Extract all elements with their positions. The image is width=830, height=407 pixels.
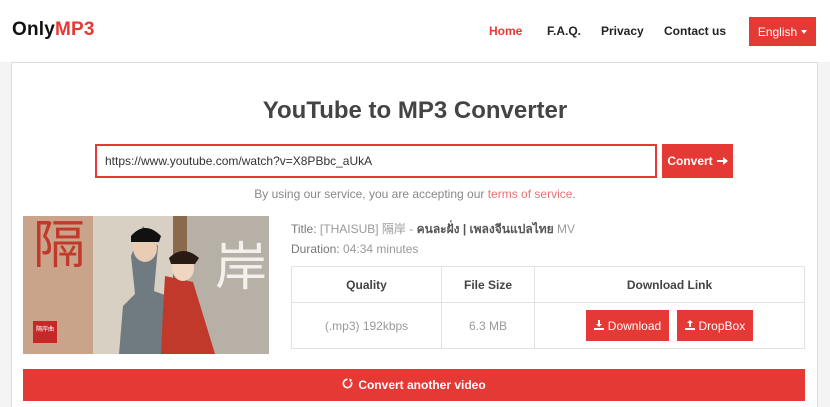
language-label: English [757,24,798,39]
header-quality: Quality [291,266,442,303]
nav-contact[interactable]: Contact us [664,24,726,38]
logo-text-accent: MP3 [55,19,95,40]
duration-label: Duration: [291,242,340,256]
navbar: OnlyMP3 Home F.A.Q. Privacy Contact us E… [0,0,830,62]
dropbox-label: DropBox [698,318,746,333]
page-title: YouTube to MP3 Converter [262,97,568,124]
convert-another-label: Convert another video [358,378,486,392]
video-title-prefix: [THAISUB] 隔岸 - [319,222,417,236]
convert-label: Convert [667,154,713,168]
thumbnail-char-2: 岸 [215,238,268,298]
thumbnail-char-1: 隔 [33,216,86,276]
arrow-right-icon [716,156,728,166]
download-table: Quality File Size Download Link (.mp3) 1… [291,266,805,349]
nav-privacy[interactable]: Privacy [601,24,644,38]
download-button[interactable]: Download [585,310,670,341]
video-thumbnail: 隔 岸 隔岸曲 [23,216,269,354]
download-label: Download [607,318,662,333]
video-title-suffix: MV [553,222,576,236]
cell-download-links: Download DropBox [534,302,805,349]
video-title-label: Title: [291,222,317,236]
nav-home[interactable]: Home [489,24,522,38]
thumbnail-seal: 隔岸曲 [35,326,54,333]
cell-file-size: 6.3 MB [441,302,535,349]
site-logo[interactable]: OnlyMP3 [12,19,95,41]
terms-suffix: . [572,187,576,201]
nav-faq[interactable]: F.A.Q. [547,24,581,38]
convert-another-button[interactable]: Convert another video [23,369,805,401]
terms-prefix: By using our service, you are accepting … [254,187,488,201]
terms-link[interactable]: terms of service [488,187,573,201]
refresh-icon [342,378,353,392]
terms-notice: By using our service, you are accepting … [0,187,830,201]
cell-quality: (.mp3) 192kbps [291,302,442,349]
table-row: (.mp3) 192kbps 6.3 MB Download DropBox [291,302,805,349]
caret-down-icon [801,30,808,34]
language-dropdown[interactable]: English [749,17,816,46]
video-title: Title: [THAISUB] 隔岸 - คนละฝั่ง | เพลงจีน… [291,220,575,239]
table-header-row: Quality File Size Download Link [291,266,805,303]
upload-icon [684,319,695,333]
download-icon [593,319,604,333]
dropbox-button[interactable]: DropBox [676,310,754,341]
logo-text-plain: Only [12,19,56,40]
header-file-size: File Size [441,266,535,303]
video-title-bold: คนละฝั่ง | เพลงจีนแปลไทย [416,222,554,236]
convert-button[interactable]: Convert [662,144,733,178]
header-download-link: Download Link [534,266,805,303]
video-duration: Duration: 04:34 minutes [291,242,418,256]
url-input[interactable] [95,144,657,178]
duration-value: 04:34 minutes [343,242,419,256]
